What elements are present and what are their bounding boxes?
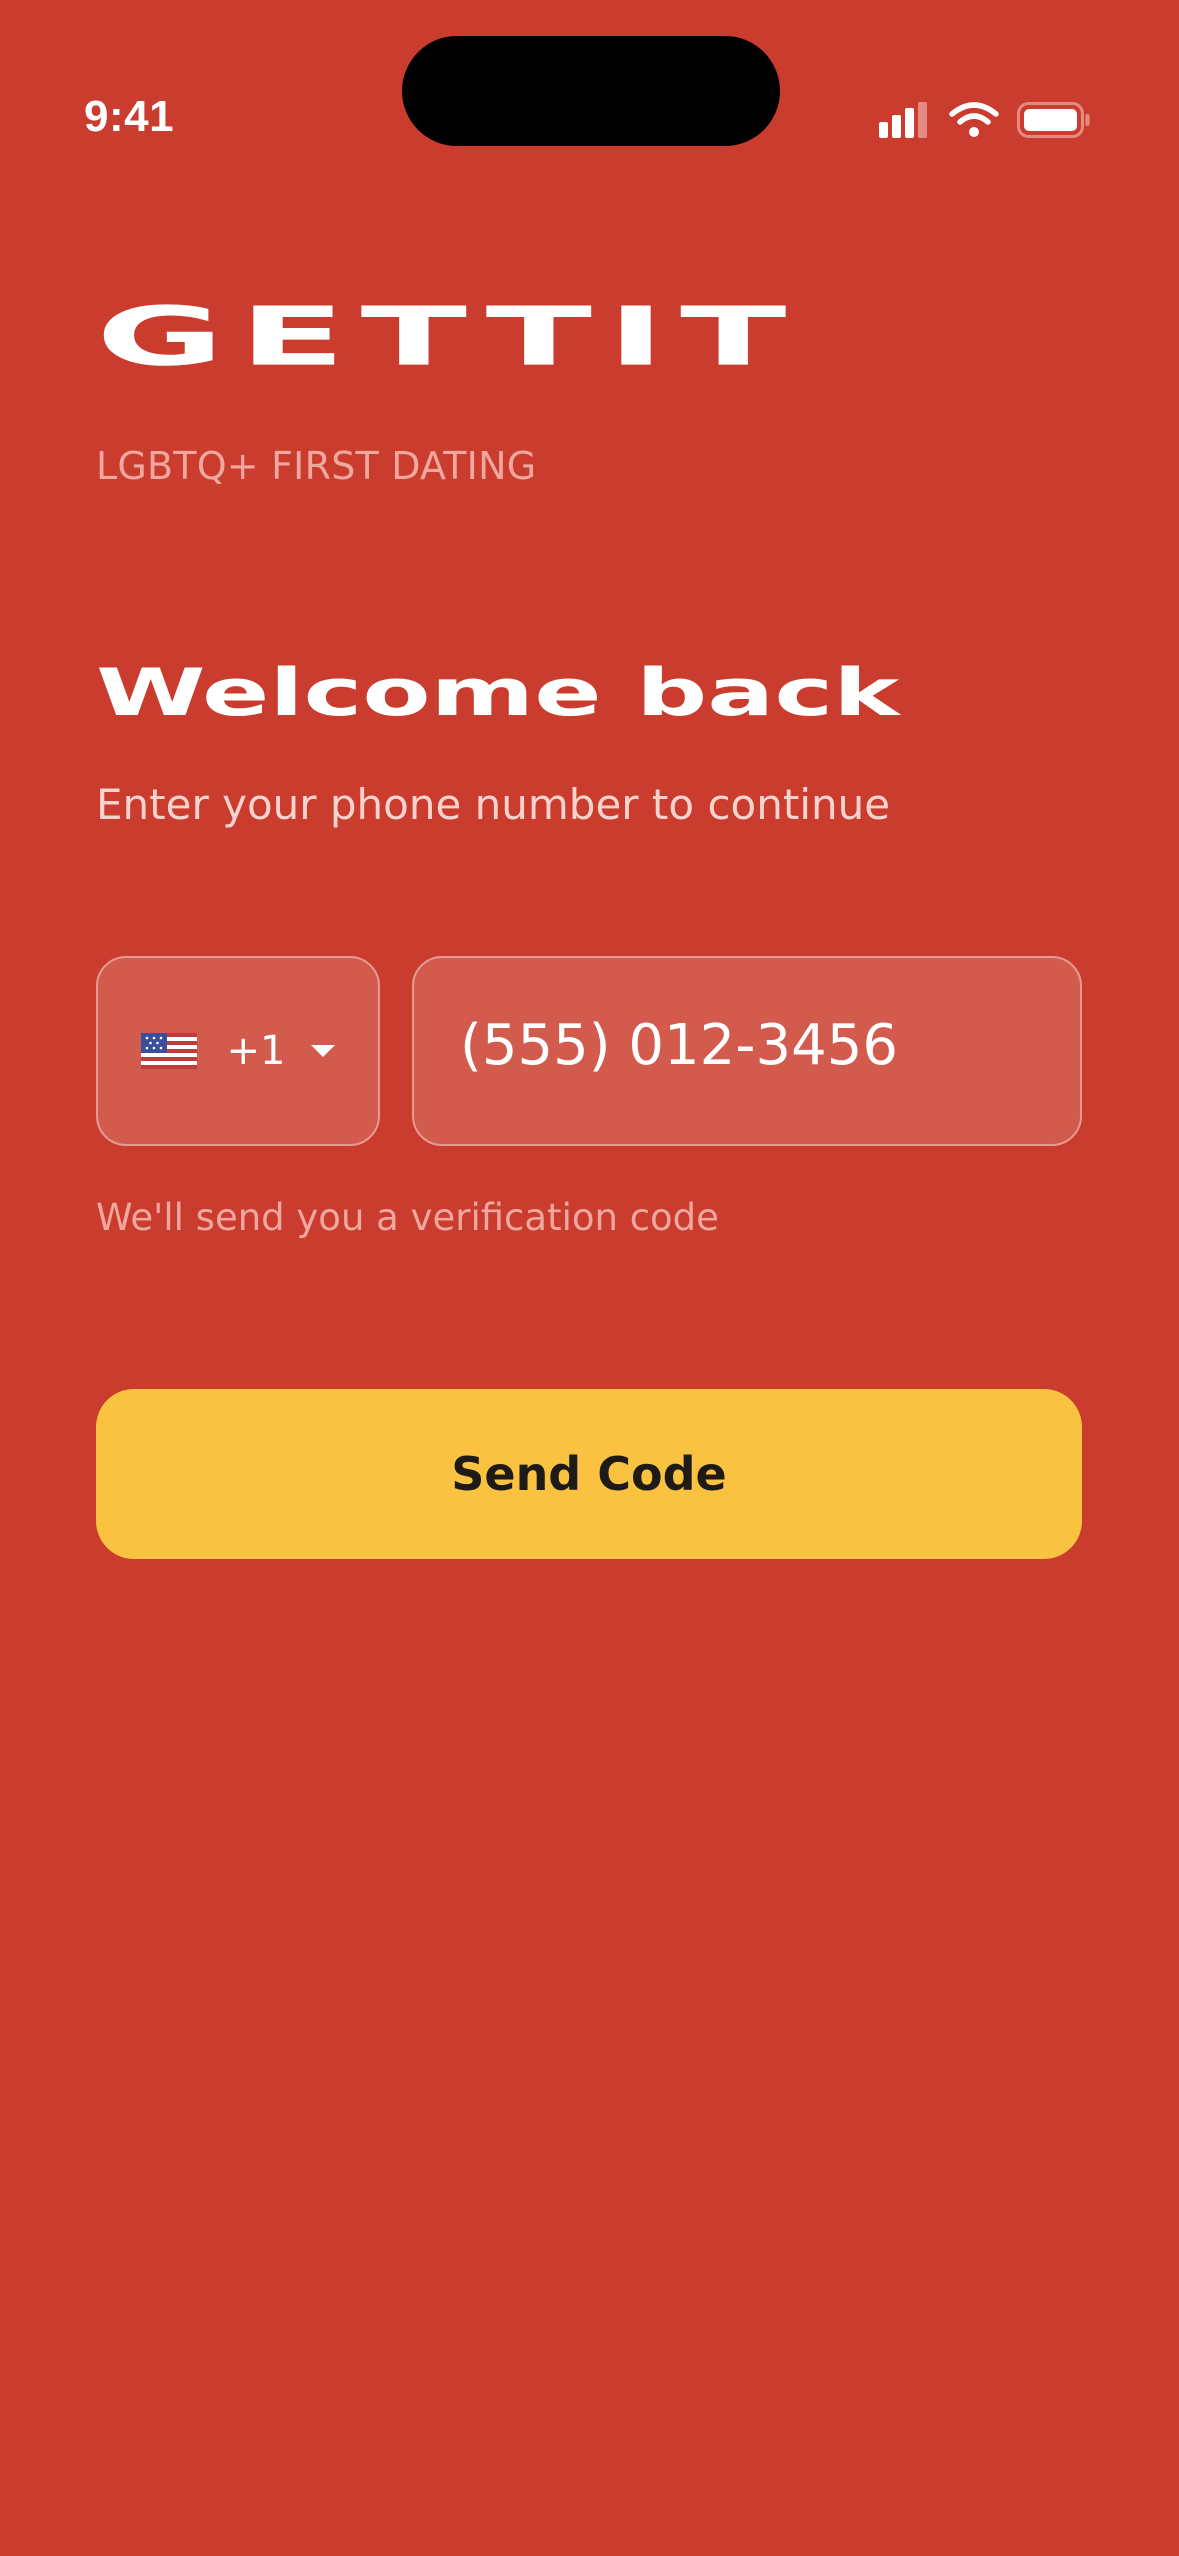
country-code-label: +1 (226, 1028, 286, 1074)
chevron-down-icon (311, 1045, 336, 1057)
dynamic-island (402, 36, 780, 146)
send-code-button[interactable]: Send Code (96, 1389, 1082, 1559)
wifi-icon (949, 102, 999, 137)
page-title: Welcome back (96, 654, 900, 731)
country-code-select[interactable]: +1 (96, 956, 380, 1146)
status-icons (879, 102, 1091, 138)
helper-text: We'll send you a verification code (96, 1196, 719, 1239)
us-flag-icon (140, 1033, 197, 1069)
status-time: 9:41 (84, 92, 175, 141)
brand-logo-text: GETTIT (96, 288, 802, 385)
brand-tagline: LGBTQ+ FIRST DATING (96, 444, 537, 488)
signal-bars-icon (879, 102, 927, 138)
phone-number-input[interactable] (460, 1012, 1080, 1078)
battery-icon (1017, 102, 1090, 138)
phone-number-field[interactable] (412, 956, 1082, 1146)
page-subtitle: Enter your phone number to continue (96, 780, 891, 829)
